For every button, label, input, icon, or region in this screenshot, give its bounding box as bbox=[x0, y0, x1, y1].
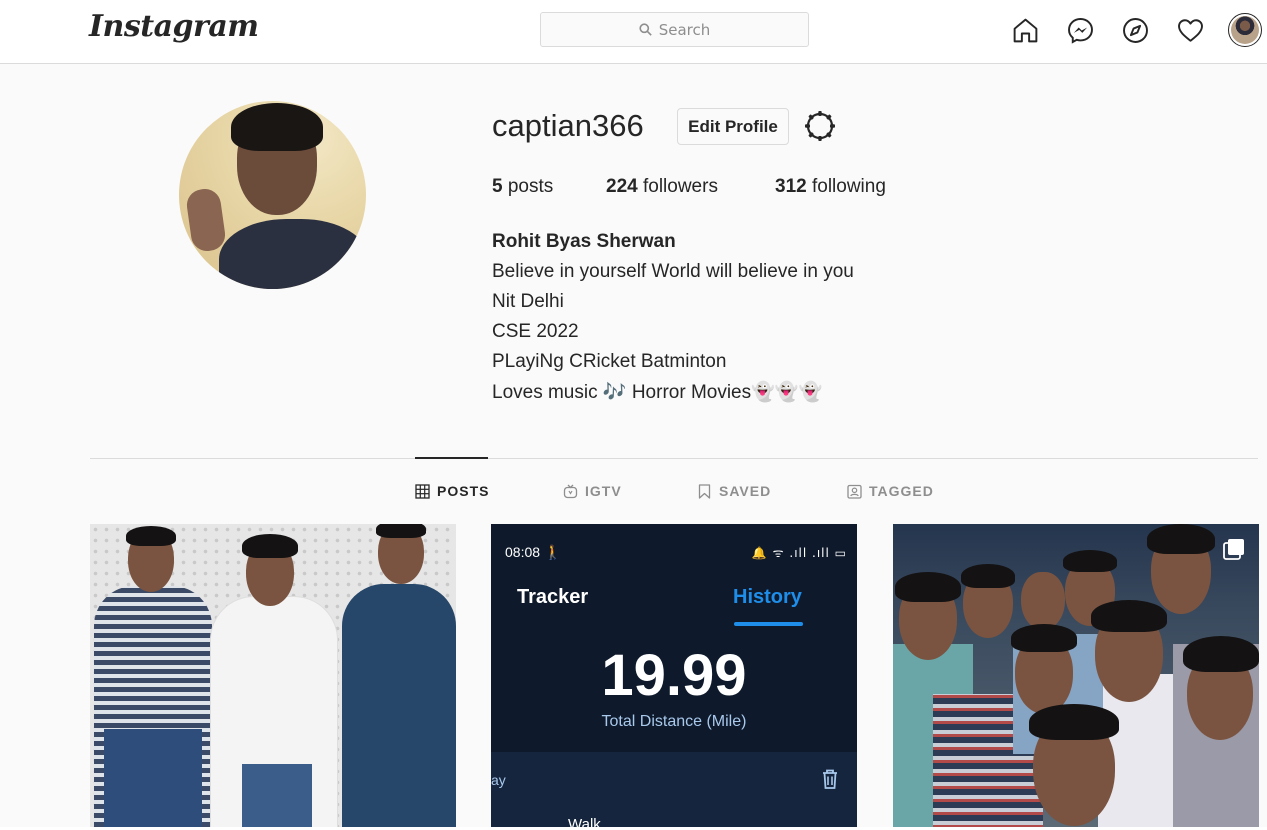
edit-profile-button[interactable]: Edit Profile bbox=[677, 108, 789, 145]
post-thumbnail[interactable] bbox=[90, 524, 456, 827]
explore-icon[interactable] bbox=[1120, 15, 1150, 45]
walking-icon: 🚶 bbox=[543, 544, 562, 560]
followers-count-link[interactable]: 224 followers bbox=[606, 176, 718, 198]
avatar-image bbox=[1231, 16, 1259, 44]
profile-username: captian366 bbox=[492, 108, 644, 143]
bio-line: PLayiNg CRicket Batminton bbox=[492, 351, 727, 372]
igtv-icon bbox=[563, 484, 578, 498]
search-icon bbox=[639, 23, 652, 36]
distance-caption: Total Distance (Mile) bbox=[601, 713, 747, 730]
day-label: ay bbox=[491, 772, 506, 788]
phone-time: 08:08 🚶 bbox=[505, 544, 562, 560]
bio-line: Believe in yourself World will believe i… bbox=[492, 261, 854, 282]
history-tab-underline bbox=[734, 622, 803, 626]
nav-profile-avatar[interactable] bbox=[1228, 13, 1262, 47]
music-emoji: 🎶 bbox=[602, 381, 627, 403]
tagged-icon bbox=[847, 484, 862, 499]
posts-count-stat: 5 posts bbox=[492, 176, 554, 197]
distance-value: 19.99 bbox=[601, 643, 747, 708]
tracker-tab-label: Tracker bbox=[517, 586, 589, 608]
settings-gear-icon[interactable] bbox=[803, 109, 837, 143]
search-input[interactable]: Search bbox=[540, 12, 809, 47]
post-thumbnail[interactable]: 08:08 🚶 🔔 ᯤ .ıll .ıll ▭ Tracker History … bbox=[491, 524, 857, 827]
grid-icon bbox=[415, 483, 430, 499]
home-icon[interactable] bbox=[1010, 15, 1040, 45]
profile-avatar[interactable] bbox=[179, 101, 366, 289]
instagram-logo[interactable]: Instagram bbox=[89, 9, 259, 44]
activity-heart-icon[interactable] bbox=[1175, 15, 1205, 45]
active-tab-indicator bbox=[415, 457, 488, 459]
walk-label: Walk bbox=[568, 816, 601, 827]
messenger-icon[interactable] bbox=[1065, 15, 1095, 45]
history-tab-label: History bbox=[733, 586, 802, 608]
bookmark-icon bbox=[698, 483, 711, 499]
bio-line: Loves music 🎶 Horror Movies👻👻👻 bbox=[492, 381, 823, 403]
tab-igtv[interactable]: IGTV bbox=[563, 483, 622, 499]
phone-status-icons: 🔔 ᯤ .ıll .ıll ▭ bbox=[751, 546, 847, 560]
tab-tagged[interactable]: TAGGED bbox=[847, 483, 934, 499]
top-nav-bar: Instagram Search bbox=[0, 0, 1267, 64]
following-count-link[interactable]: 312 following bbox=[775, 176, 886, 198]
search-placeholder: Search bbox=[658, 20, 711, 39]
bio-line: CSE 2022 bbox=[492, 321, 579, 342]
profile-bio: Rohit Byas Sherwan Believe in yourself W… bbox=[492, 227, 854, 408]
ghost-emoji: 👻👻👻 bbox=[751, 381, 823, 403]
bio-line: Nit Delhi bbox=[492, 291, 564, 312]
profile-full-name: Rohit Byas Sherwan bbox=[492, 231, 676, 252]
post-thumbnail[interactable] bbox=[893, 524, 1259, 827]
tab-posts[interactable]: POSTS bbox=[415, 483, 489, 499]
multiple-photos-icon bbox=[1223, 539, 1244, 560]
tab-saved[interactable]: SAVED bbox=[697, 483, 771, 499]
trash-icon bbox=[823, 769, 837, 789]
tabs-divider bbox=[90, 458, 1258, 459]
history-panel bbox=[491, 752, 857, 827]
